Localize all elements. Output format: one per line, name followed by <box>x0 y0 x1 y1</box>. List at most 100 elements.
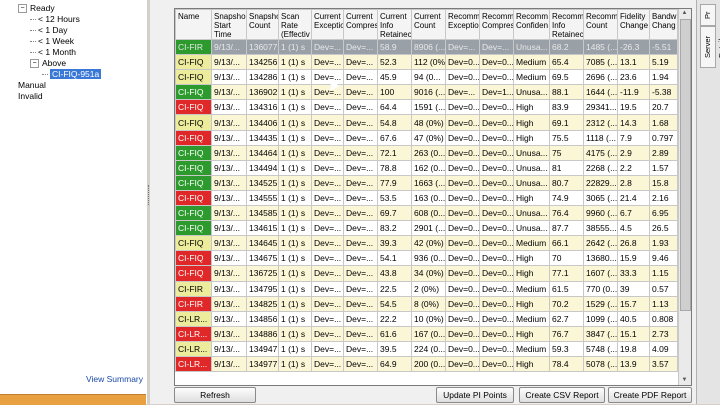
table-cell[interactable]: 61.5 <box>549 280 584 297</box>
table-cell[interactable]: Dev=0... <box>445 280 480 297</box>
table-cell[interactable]: Dev=... <box>343 144 378 161</box>
table-cell[interactable]: 1.13 <box>649 295 678 312</box>
table-cell[interactable]: Dev=0... <box>479 144 514 161</box>
table-cell[interactable]: High <box>513 295 550 312</box>
table-cell[interactable]: 61.6 <box>377 325 412 342</box>
table-cell[interactable]: Dev=0... <box>479 280 514 297</box>
table-cell[interactable]: 1 (1) s <box>278 114 312 131</box>
column-header[interactable]: Recomm Exceptio <box>445 9 480 40</box>
table-cell[interactable]: 20.7 <box>649 99 678 116</box>
table-cell[interactable]: Dev=0... <box>445 99 480 116</box>
table-cell[interactable]: 134555 <box>246 189 279 207</box>
table-cell[interactable]: 2.73 <box>649 325 678 342</box>
table-cell[interactable]: 68.2 <box>549 38 584 56</box>
table-cell[interactable]: 67.6 <box>377 129 412 146</box>
scrollbar-thumb[interactable] <box>680 19 691 311</box>
table-cell[interactable]: Dev=... <box>343 295 378 312</box>
table-cell[interactable]: 72.1 <box>377 144 412 161</box>
table-cell[interactable]: Dev=0... <box>479 325 514 342</box>
table-cell[interactable]: 136077 <box>246 38 279 56</box>
table-cell[interactable]: Dev=... <box>343 99 378 116</box>
table-cell[interactable]: 47 (0%) <box>411 129 446 146</box>
table-cell[interactable]: 1 (1) s <box>278 295 312 312</box>
table-cell[interactable]: 9/13/... <box>211 235 247 252</box>
table-cell[interactable]: Dev=... <box>343 54 378 71</box>
table-cell[interactable]: 2.9 <box>617 144 650 161</box>
table-cell[interactable]: 936 (0... <box>411 250 446 267</box>
table-cell[interactable]: 52.3 <box>377 54 412 71</box>
table-cell[interactable]: 1 (1) s <box>278 38 312 56</box>
table-cell[interactable]: 1 (1) s <box>278 174 312 191</box>
table-cell[interactable]: 134494 <box>246 159 279 176</box>
table-cell[interactable]: 65.4 <box>549 54 584 71</box>
update-pi-points-button[interactable]: Update PI Points <box>436 387 514 403</box>
table-cell[interactable]: 9/13/... <box>211 99 247 116</box>
table-cell[interactable]: 77.1 <box>549 265 584 282</box>
table-cell[interactable]: Unusa... <box>513 174 550 191</box>
table-cell[interactable]: 2.2 <box>617 159 650 176</box>
table-cell[interactable]: 162 (0... <box>411 159 446 176</box>
table-cell[interactable]: Dev=... <box>311 99 344 116</box>
table-cell[interactable]: 7.9 <box>617 129 650 146</box>
table-row[interactable]: CI-FIQ 9/13/... 134256 1 (1) s Dev=... Dev=..… <box>175 54 678 71</box>
table-cell[interactable]: Dev=... <box>343 355 378 373</box>
table-cell[interactable]: 14.3 <box>617 114 650 131</box>
name-cell[interactable]: CI-FIQ <box>175 114 212 131</box>
table-cell[interactable]: 34 (0%) <box>411 265 446 282</box>
name-cell[interactable]: CI-FIR <box>175 295 212 312</box>
table-cell[interactable]: 1 (1) s <box>278 129 312 146</box>
name-cell[interactable]: CI-FIQ <box>175 159 212 176</box>
table-cell[interactable]: 9/13/... <box>211 129 247 146</box>
table-cell[interactable]: Dev=0... <box>479 205 514 222</box>
table-cell[interactable]: 1 (1) s <box>278 340 312 357</box>
table-cell[interactable]: 22.5 <box>377 280 412 297</box>
name-cell[interactable]: CI-LR... <box>175 310 212 327</box>
table-cell[interactable]: Dev=... <box>343 310 378 327</box>
table-cell[interactable]: 1 (1) s <box>278 205 312 222</box>
table-cell[interactable]: Dev=0... <box>479 54 514 71</box>
table-cell[interactable]: Dev=... <box>343 84 378 101</box>
table-cell[interactable]: 54.1 <box>377 250 412 267</box>
table-cell[interactable]: 8 (0%) <box>411 295 446 312</box>
scroll-down-icon[interactable]: ▼ <box>680 376 689 385</box>
table-cell[interactable]: Medium <box>513 54 550 71</box>
table-cell[interactable]: 0.808 <box>649 310 678 327</box>
table-cell[interactable]: 1 (1) s <box>278 265 312 282</box>
table-cell[interactable]: 134795 <box>246 280 279 297</box>
table-cell[interactable]: 9/13/... <box>211 250 247 267</box>
table-row[interactable]: CI-FIR 9/13/... 136077 1 (1) s Dev=... Dev=..… <box>175 38 678 56</box>
table-cell[interactable]: 1663 (... <box>411 174 446 191</box>
name-cell[interactable]: CI-FIQ <box>175 144 212 161</box>
table-cell[interactable]: 9.46 <box>649 250 678 267</box>
table-cell[interactable]: Dev=... <box>343 38 378 56</box>
table-cell[interactable]: 134406 <box>246 114 279 131</box>
table-cell[interactable]: 1 (1) s <box>278 220 312 237</box>
table-cell[interactable]: 21.4 <box>617 189 650 207</box>
table-cell[interactable]: 9/13/... <box>211 159 247 176</box>
table-cell[interactable]: High <box>513 129 550 146</box>
table-cell[interactable]: 0.797 <box>649 129 678 146</box>
table-cell[interactable]: 70.2 <box>549 295 584 312</box>
table-cell[interactable]: Dev=0... <box>479 340 514 357</box>
table-cell[interactable]: High <box>513 265 550 282</box>
table-cell[interactable]: Dev=... <box>311 355 344 373</box>
column-header[interactable]: Current Compres <box>343 9 378 40</box>
table-cell[interactable]: Dev=... <box>311 250 344 267</box>
table-cell[interactable]: Dev=0... <box>445 144 480 161</box>
table-cell[interactable]: 9/13/... <box>211 355 247 373</box>
table-cell[interactable]: 80.7 <box>549 174 584 191</box>
table-cell[interactable]: 15.8 <box>649 174 678 191</box>
table-cell[interactable]: Dev=0... <box>479 235 514 252</box>
table-cell[interactable]: 45.9 <box>377 69 412 86</box>
table-row[interactable]: CI-LR... 9/13/... 134856 1 (1) s Dev=... Dev=… <box>175 310 678 327</box>
table-cell[interactable]: 7085 (... <box>583 54 618 71</box>
table-cell[interactable]: 13.1 <box>617 54 650 71</box>
table-cell[interactable]: 39.3 <box>377 235 412 252</box>
table-cell[interactable]: 134464 <box>246 144 279 161</box>
table-cell[interactable]: Dev=... <box>311 114 344 131</box>
table-cell[interactable]: 134585 <box>246 205 279 222</box>
table-cell[interactable]: 13680... <box>583 250 618 267</box>
table-cell[interactable]: Dev=... <box>311 189 344 207</box>
table-cell[interactable]: Dev=... <box>343 189 378 207</box>
table-cell[interactable]: 39 <box>617 280 650 297</box>
